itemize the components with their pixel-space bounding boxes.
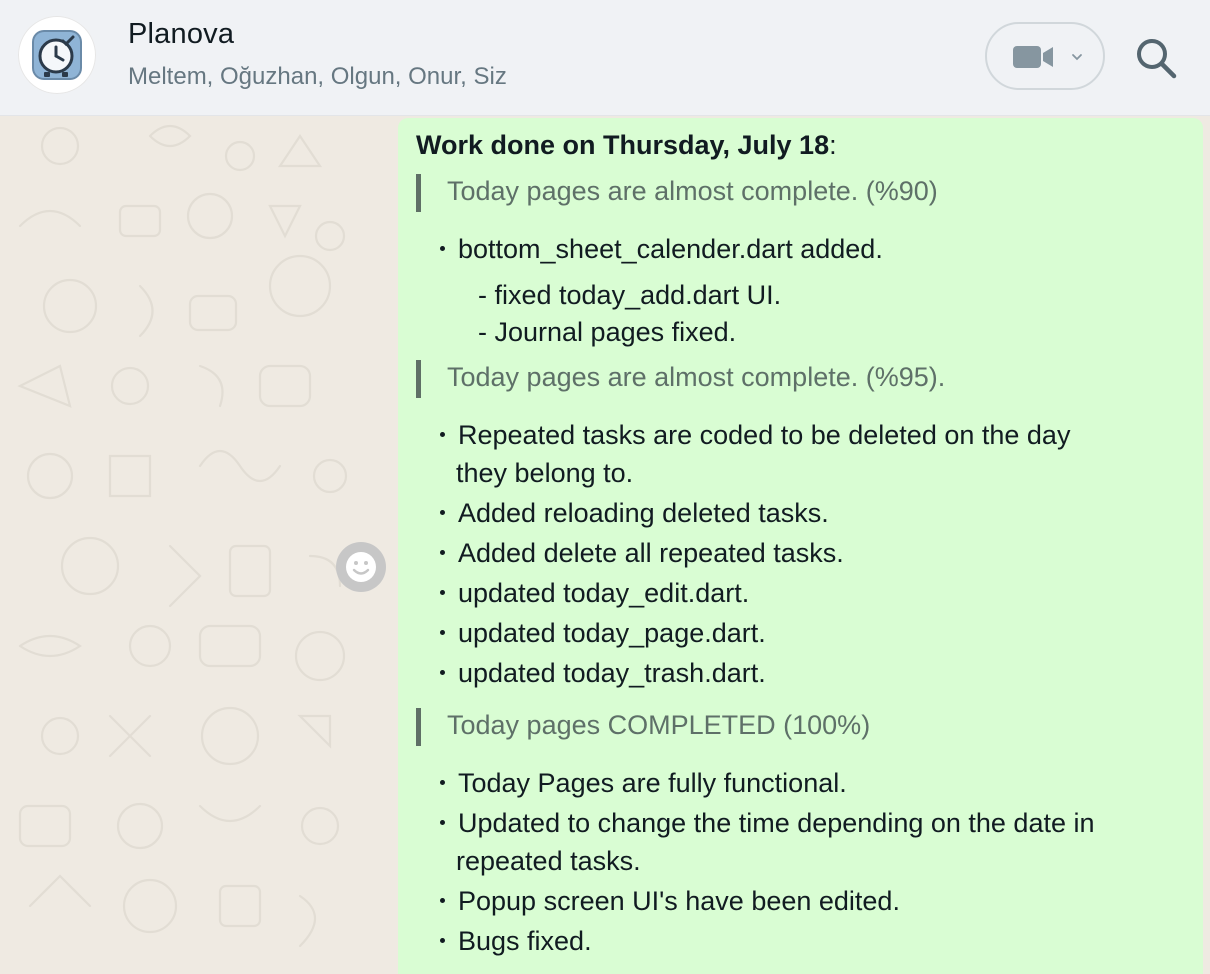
list-item: - Journal pages fixed. [478,317,737,347]
bullet-dot [440,820,445,825]
chat-area[interactable]: Work done on Thursday, July 18: Today pa… [0,116,1210,974]
quote-block: Today pages COMPLETED (100%) [416,708,1176,746]
list-item: Repeated tasks are coded to be deleted o… [458,420,1071,450]
search-button[interactable] [1132,34,1182,84]
list-item: Popup screen UI's have been edited. [458,886,900,916]
video-camera-icon [1013,46,1053,68]
list-item: Added reloading deleted tasks. [458,498,829,528]
chat-header: Planova Meltem, Oğuzhan, Olgun, Onur, Si… [0,0,1210,116]
message-title: Work done on Thursday, July 18: [416,130,837,160]
video-call-button[interactable] [985,22,1105,90]
list-item: updated today_edit.dart. [458,578,750,608]
list-item: Bugs fixed. [458,926,592,956]
bullet-dot [440,432,445,437]
bullet-dot [440,938,445,943]
list-item: bottom_sheet_calender.dart added. [458,234,883,264]
clock-check-app-icon [32,30,82,80]
list-item-continuation: they belong to. [456,458,634,488]
list-item: updated today_page.dart. [458,618,766,648]
bullet-dot [440,550,445,555]
list-item-continuation: repeated tasks. [456,846,641,876]
quote-block: Today pages are almost complete. (%90) [416,174,1176,212]
reaction-emoji-button[interactable] [336,542,386,592]
bullet-dot [440,590,445,595]
participants-list[interactable]: Meltem, Oğuzhan, Olgun, Onur, Siz [128,63,507,91]
chevron-down-icon [1072,54,1082,61]
search-icon [1137,39,1177,79]
list-item: Added delete all repeated tasks. [458,538,844,568]
bullet-dot [440,510,445,515]
group-avatar[interactable] [18,16,96,94]
list-item: updated today_trash.dart. [458,658,766,688]
bullet-dot [440,780,445,785]
list-item: Updated to change the time depending on … [458,808,1095,838]
bullet-dot [440,898,445,903]
bullet-dot [440,670,445,675]
message-bubble[interactable]: Work done on Thursday, July 18: Today pa… [398,118,1203,974]
bullet-dot [440,630,445,635]
list-item: Today Pages are fully functional. [458,768,847,798]
chat-title[interactable]: Planova [128,18,234,51]
list-item: - fixed today_add.dart UI. [478,280,782,310]
quote-block: Today pages are almost complete. (%95). [416,360,1176,398]
bullet-dot [440,246,445,251]
smiley-icon [346,552,376,582]
